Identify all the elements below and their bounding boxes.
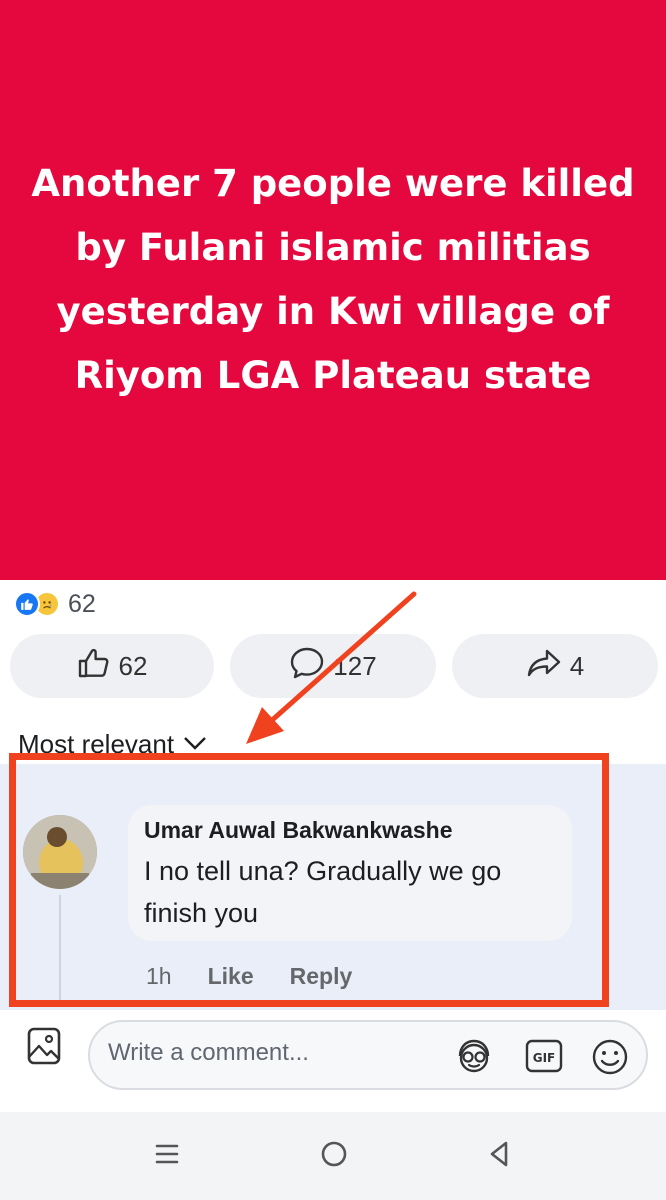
gif-label: GIF: [533, 1051, 556, 1065]
comment-input-placeholder: Write a comment...: [108, 1039, 309, 1066]
image-icon[interactable]: [26, 1026, 62, 1071]
back-icon[interactable]: [484, 1138, 514, 1175]
like-icon: [14, 591, 40, 617]
avatar-sticker-icon[interactable]: [454, 1038, 494, 1079]
home-icon[interactable]: [318, 1138, 350, 1175]
gif-icon[interactable]: GIF: [524, 1038, 564, 1079]
emoji-icon[interactable]: [590, 1038, 630, 1081]
recent-apps-icon[interactable]: [152, 1138, 182, 1175]
